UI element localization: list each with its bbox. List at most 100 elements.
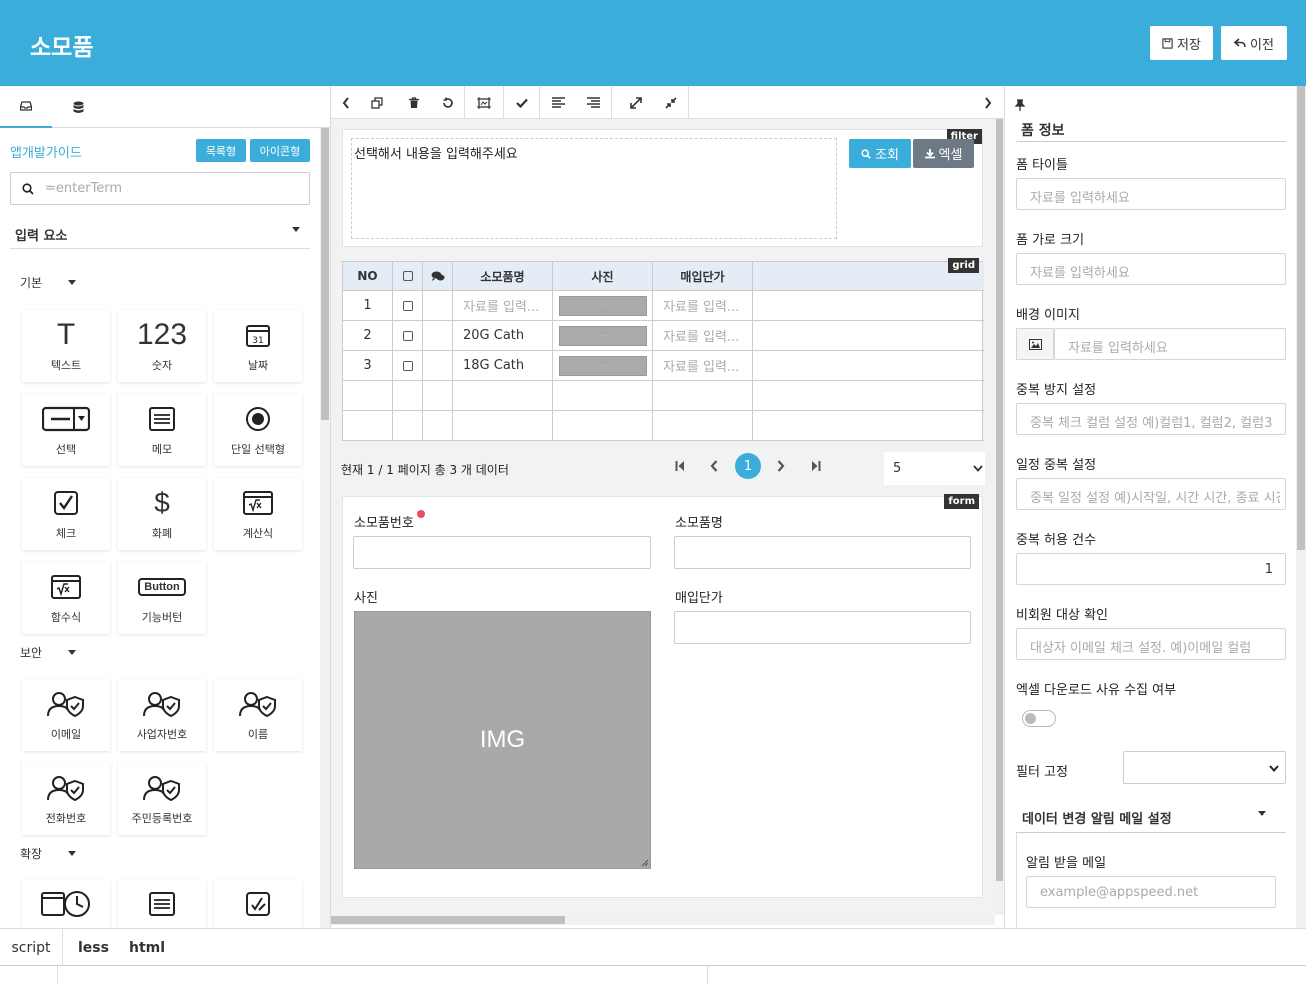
frame-icon[interactable] — [465, 86, 504, 119]
cell-name[interactable]: 자료를 입력... — [453, 291, 553, 321]
group-security[interactable]: 보안 — [20, 644, 42, 661]
excel-reason-toggle[interactable] — [1022, 710, 1056, 727]
align-left-icon[interactable] — [540, 86, 576, 119]
col-checkbox[interactable] — [393, 262, 423, 291]
cell-comment — [423, 351, 453, 381]
expand-icon[interactable] — [618, 86, 654, 119]
canvas-hscrollbar[interactable] — [331, 915, 995, 925]
tile-text[interactable]: T 텍스트 — [22, 310, 110, 382]
tile-rrn[interactable]: 주민등록번호 — [118, 763, 206, 835]
back-button[interactable]: 이전 — [1221, 26, 1287, 60]
page-1-button[interactable]: 1 — [735, 453, 761, 479]
tile-funcbtn[interactable]: Button 기능버턴 — [118, 562, 206, 634]
copy-icon[interactable] — [361, 86, 393, 119]
cell-price[interactable]: 자료를 입력... — [653, 351, 753, 381]
align-right-icon[interactable] — [576, 86, 612, 119]
tab-components[interactable] — [0, 86, 52, 128]
sched-dup-input[interactable]: 중복 일정 설정 예)시작일, 시간 시간, 종료 시간 — [1016, 478, 1286, 510]
pin-icon[interactable] — [1014, 99, 1026, 115]
tile-longtext[interactable] — [118, 880, 206, 928]
first-page-icon[interactable] — [675, 460, 685, 476]
left-scrollbar[interactable] — [320, 128, 330, 928]
image-picker-button[interactable] — [1016, 328, 1054, 360]
col-no[interactable]: NO — [343, 262, 393, 291]
refresh-icon[interactable] — [431, 86, 465, 119]
form-title-input[interactable]: 자료를 입력하세요 — [1016, 178, 1286, 210]
cell-checkbox[interactable] — [393, 321, 423, 351]
tab-html[interactable]: html — [129, 929, 165, 966]
col-price[interactable]: 매입단가 — [653, 262, 753, 291]
cell-photo[interactable]: — — [553, 291, 653, 321]
tile-memo[interactable]: 메모 — [118, 394, 206, 466]
cell-photo[interactable]: — — [553, 351, 653, 381]
bg-image-input[interactable]: 자료를 입력하세요 — [1054, 328, 1286, 360]
save-button[interactable]: 저장 — [1150, 26, 1213, 60]
col-photo[interactable]: 사진 — [553, 262, 653, 291]
right-scrollbar[interactable] — [1296, 86, 1306, 928]
memo-icon — [149, 403, 175, 435]
prev-page-icon[interactable] — [710, 460, 718, 476]
tile-datetime[interactable] — [22, 880, 110, 928]
group-extend[interactable]: 확장 — [20, 845, 42, 862]
notify-section[interactable]: 데이터 변경 알림 메일 설정 — [1016, 803, 1286, 833]
compress-icon[interactable] — [653, 86, 689, 119]
tab-less[interactable]: less — [78, 929, 109, 966]
col-comment[interactable] — [423, 262, 453, 291]
tile-select[interactable]: 선택 — [22, 394, 110, 466]
cell-name[interactable]: 18G Cath — [453, 351, 553, 381]
cell-checkbox[interactable] — [393, 351, 423, 381]
notify-mail-input[interactable]: example@appspeed.net — [1026, 876, 1276, 908]
tile-check[interactable]: 체크 — [22, 478, 110, 550]
nonmember-input[interactable]: 대상자 이메일 체크 설정. 예)이메일 컬럼 — [1016, 628, 1286, 660]
filter-fix-select[interactable] — [1123, 751, 1286, 784]
tile-name[interactable]: 이름 — [214, 679, 302, 751]
tile-date[interactable]: 31 날짜 — [214, 310, 302, 382]
tile-func[interactable]: 함수식 — [22, 562, 110, 634]
tile-label: 주민등록번호 — [131, 812, 193, 825]
tab-database[interactable] — [52, 86, 104, 128]
dup-count-input[interactable]: 1 — [1016, 553, 1286, 585]
group-basic[interactable]: 기본 — [20, 274, 42, 291]
last-page-icon[interactable] — [811, 460, 821, 476]
check-icon[interactable] — [504, 86, 540, 119]
cell-name[interactable]: 20G Cath — [453, 321, 553, 351]
search-button[interactable]: 조회 — [849, 139, 911, 168]
photo-upload[interactable]: IMG — [354, 611, 651, 869]
price-input[interactable] — [674, 611, 971, 644]
cell-price[interactable]: 자료를 입력... — [653, 291, 753, 321]
consumable-no-input[interactable] — [353, 536, 651, 569]
list-view-button[interactable]: 목록형 — [196, 139, 246, 162]
tile-signature[interactable] — [214, 880, 302, 928]
icon-view-button[interactable]: 아이콘형 — [250, 139, 310, 162]
guide-link[interactable]: 앱개발가이드 — [10, 142, 82, 161]
resize-handle-icon[interactable] — [641, 859, 649, 867]
page-size-select[interactable]: 5 — [884, 452, 985, 485]
tile-email[interactable]: 이메일 — [22, 679, 110, 751]
chevron-left-icon[interactable] — [331, 86, 361, 119]
field-label: 소모품번호 — [354, 516, 414, 531]
dup-prevent-input[interactable]: 중복 체크 컬럼 설정 예)컬럼1, 컬럼2, 컬럼3 — [1016, 403, 1286, 435]
trash-icon[interactable] — [397, 86, 431, 119]
next-page-icon[interactable] — [777, 460, 785, 476]
tile-phone[interactable]: 전화번호 — [22, 763, 110, 835]
input-elements-section[interactable]: 입력 요소 — [10, 217, 310, 249]
col-name[interactable]: 소모품명 — [453, 262, 553, 291]
cell-checkbox[interactable] — [393, 291, 423, 321]
filter-textarea[interactable]: 선택해서 내용을 입력해주세요 — [351, 138, 837, 239]
excel-button[interactable]: 엑셀 — [913, 139, 974, 168]
cell-price[interactable]: 자료를 입력... — [653, 321, 753, 351]
form-width-input[interactable]: 자료를 입력하세요 — [1016, 253, 1286, 285]
chevron-right-icon[interactable] — [973, 86, 1003, 119]
divider — [57, 966, 58, 984]
tile-calc[interactable]: 계산식 — [214, 478, 302, 550]
cell-photo[interactable]: — — [553, 321, 653, 351]
component-search-input[interactable]: =enterTerm — [10, 172, 310, 205]
tile-number[interactable]: 123 숫자 — [118, 310, 206, 382]
canvas-scrollbar[interactable] — [995, 119, 1004, 915]
consumable-name-input[interactable] — [674, 536, 971, 569]
cell-comment — [423, 291, 453, 321]
tab-script[interactable]: script — [0, 929, 63, 966]
tile-bizno[interactable]: 사업자번호 — [118, 679, 206, 751]
tile-currency[interactable]: $ 화폐 — [118, 478, 206, 550]
tile-radio[interactable]: 단일 선택형 — [214, 394, 302, 466]
